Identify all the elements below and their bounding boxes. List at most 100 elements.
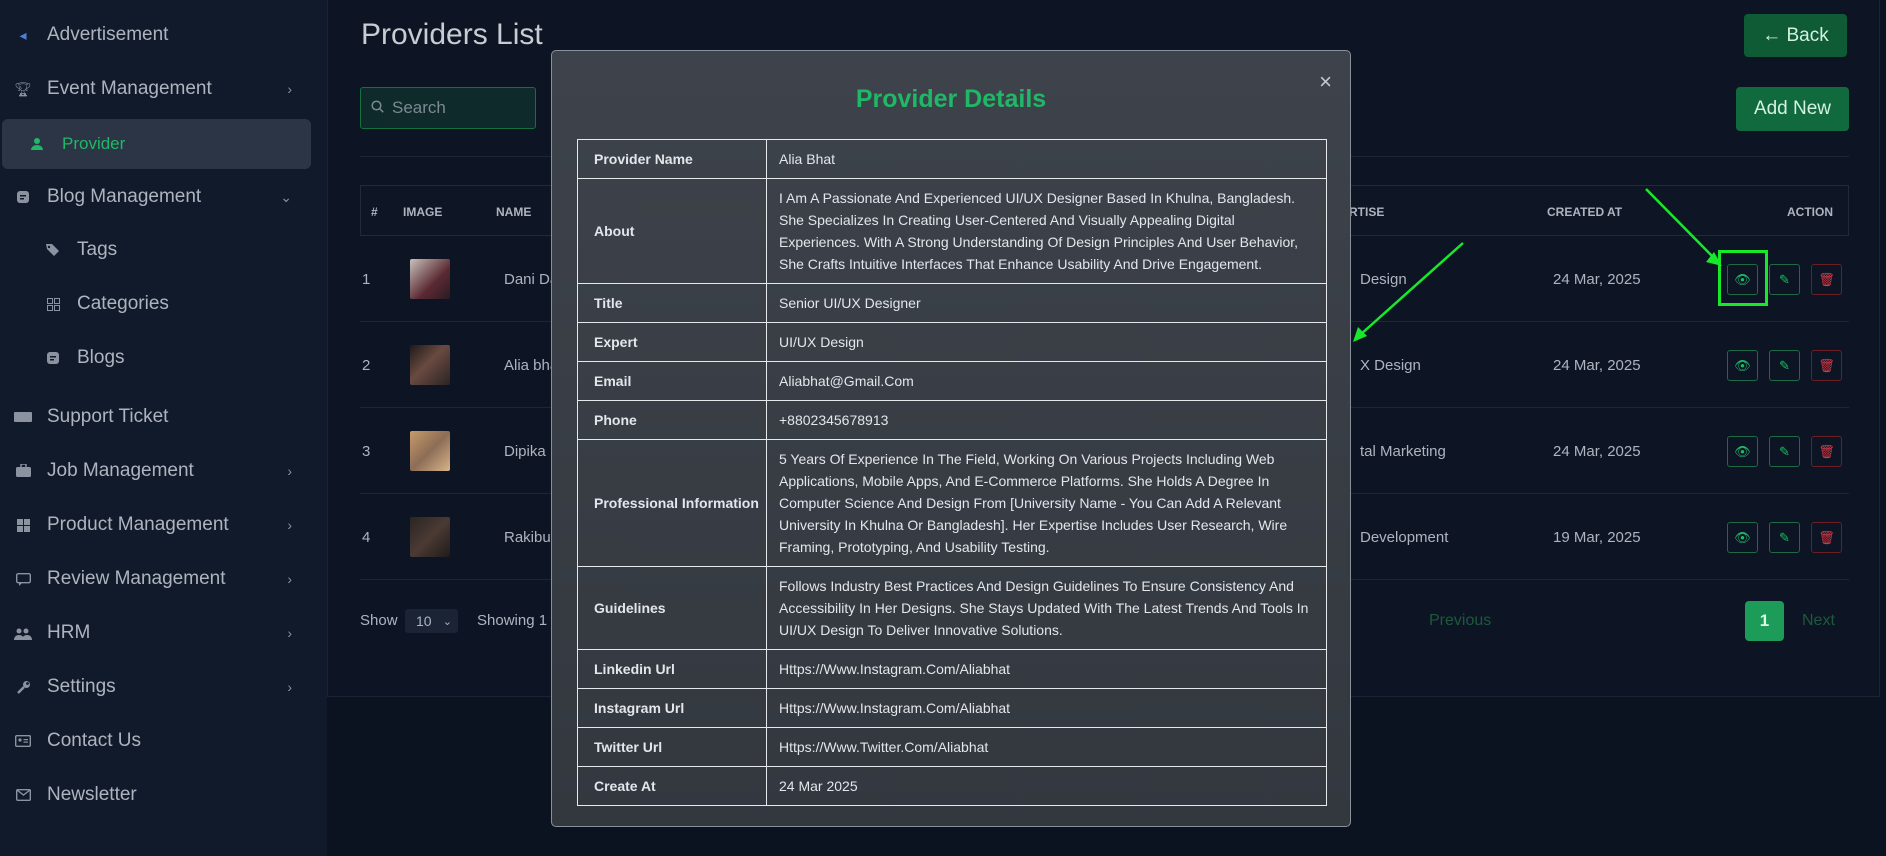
sidebar-item-product-management[interactable]: Product Management › <box>0 502 327 548</box>
detail-row: Guidelines Follows Industry Best Practice… <box>577 566 1327 650</box>
edit-button[interactable]: ✎ <box>1769 264 1800 295</box>
sidebar-item-label: Product Management <box>47 514 229 535</box>
edit-button[interactable]: ✎ <box>1769 350 1800 381</box>
pencil-icon: ✎ <box>1779 357 1790 373</box>
detail-key: Guidelines <box>577 566 767 650</box>
ticket-icon <box>14 408 32 426</box>
column-header-action: ACTION <box>1787 205 1833 219</box>
edit-button[interactable]: ✎ <box>1769 522 1800 553</box>
detail-row: Professional Information 5 Years Of Exper… <box>577 439 1327 567</box>
sidebar-item-label: Tags <box>77 239 118 260</box>
close-icon[interactable]: × <box>1319 69 1332 95</box>
delete-button[interactable]: 🗑︎ <box>1811 522 1842 553</box>
detail-value: Aliabhat@Gmail.Com <box>766 361 1327 401</box>
next-button[interactable]: Next <box>1802 612 1835 630</box>
chevron-right-icon: › <box>287 463 292 479</box>
delete-button[interactable]: 🗑︎ <box>1811 350 1842 381</box>
annotation-highlight-box <box>1718 250 1768 306</box>
pencil-icon: ✎ <box>1779 529 1790 545</box>
sidebar-item-advertisement[interactable]: ◂ Advertisement <box>0 12 327 58</box>
sidebar-item-label: Categories <box>77 293 169 314</box>
grid-icon <box>14 516 32 534</box>
sidebar-item-newsletter[interactable]: Newsletter <box>0 772 327 818</box>
sidebar-item-event-management[interactable]: 🏆︎ Event Management › <box>0 66 327 112</box>
provider-expertise: Design <box>1360 271 1407 288</box>
detail-row: Twitter Url Https://Www.Twitter.Com/Aliab… <box>577 727 1327 767</box>
detail-row: Provider Name Alia Bhat <box>577 139 1327 179</box>
provider-avatar <box>410 517 450 557</box>
delete-button[interactable]: 🗑︎ <box>1811 264 1842 295</box>
sidebar-item-label: Contact Us <box>47 730 141 751</box>
add-new-button[interactable]: Add New <box>1736 87 1849 131</box>
delete-button[interactable]: 🗑︎ <box>1811 436 1842 467</box>
sidebar-item-contact-us[interactable]: Contact Us <box>0 718 327 764</box>
chevron-down-icon: ⌄ <box>442 615 452 628</box>
users-icon <box>14 624 32 642</box>
tags-icon <box>44 241 62 259</box>
eye-icon: 👁︎ <box>1734 443 1751 459</box>
sidebar-item-label: Blog Management <box>47 186 202 207</box>
provider-avatar <box>410 345 450 385</box>
sidebar-item-label: Advertisement <box>47 24 169 45</box>
trash-icon: 🗑︎ <box>1818 271 1835 287</box>
previous-button[interactable]: Previous <box>1429 612 1491 630</box>
page-title: Providers List <box>361 18 543 51</box>
eye-icon: 👁︎ <box>1734 529 1751 545</box>
created-at: 19 Mar, 2025 <box>1553 529 1641 546</box>
sidebar-item-label: Settings <box>47 676 116 697</box>
detail-row: Title Senior UI/UX Designer <box>577 283 1327 323</box>
page-size-select[interactable]: 10 ⌄ <box>405 609 458 633</box>
provider-expertise: Development <box>1360 529 1449 546</box>
edit-button[interactable]: ✎ <box>1769 436 1800 467</box>
address-card-icon <box>14 732 32 750</box>
back-button[interactable]: ← Back <box>1744 14 1847 57</box>
detail-value: Https://Www.Twitter.Com/Aliabhat <box>766 727 1327 767</box>
view-button[interactable]: 👁︎ <box>1727 522 1758 553</box>
showing-text: Showing 1 t <box>477 612 556 629</box>
detail-value: I Am A Passionate And Experienced UI/UX … <box>766 178 1327 284</box>
sidebar-item-blog-management[interactable]: Blog Management ⌄ <box>0 174 327 220</box>
sidebar-item-provider[interactable]: Provider <box>2 119 311 169</box>
detail-key: Twitter Url <box>577 727 767 767</box>
sidebar-item-review-management[interactable]: Review Management › <box>0 556 327 602</box>
detail-row: Create At 24 Mar 2025 <box>577 766 1327 806</box>
detail-value: Https://Www.Instagram.Com/Aliabhat <box>766 649 1327 689</box>
trophy-icon: 🏆︎ <box>14 80 32 97</box>
sidebar-item-categories[interactable]: Categories <box>0 281 327 327</box>
detail-key: About <box>577 178 767 284</box>
page-size-value: 10 <box>416 613 432 629</box>
detail-row: Email Aliabhat@Gmail.Com <box>577 361 1327 401</box>
sidebar-item-job-management[interactable]: Job Management › <box>0 448 327 494</box>
detail-value: +8802345678913 <box>766 400 1327 440</box>
view-button[interactable]: 👁︎ <box>1727 350 1758 381</box>
detail-key: Instagram Url <box>577 688 767 728</box>
column-header-created-at: CREATED AT <box>1547 205 1623 219</box>
search-icon <box>371 100 384 116</box>
row-number: 3 <box>362 443 371 460</box>
modal-title: Provider Details <box>855 85 1047 113</box>
sidebar-item-hrm[interactable]: HRM › <box>0 610 327 656</box>
page-1-button[interactable]: 1 <box>1745 601 1784 641</box>
trash-icon: 🗑︎ <box>1818 357 1835 373</box>
view-button[interactable]: 👁︎ <box>1727 436 1758 467</box>
detail-key: Professional Information <box>577 439 767 567</box>
trash-icon: 🗑︎ <box>1818 529 1835 545</box>
show-label: Show <box>360 612 398 629</box>
sidebar-item-settings[interactable]: Settings › <box>0 664 327 710</box>
sidebar-item-tags[interactable]: Tags <box>0 227 327 273</box>
detail-row: About I Am A Passionate And Experienced U… <box>577 178 1327 284</box>
provider-avatar <box>410 259 450 299</box>
search-input[interactable]: Search <box>392 98 446 118</box>
sidebar-item-support-ticket[interactable]: Support Ticket <box>0 394 327 440</box>
sidebar-item-blogs[interactable]: Blogs <box>0 335 327 381</box>
column-header-number: # <box>371 205 378 219</box>
provider-expertise: tal Marketing <box>1360 443 1446 460</box>
search-box[interactable]: Search <box>360 87 536 129</box>
wrench-icon <box>14 678 32 696</box>
column-header-image: IMAGE <box>403 205 443 219</box>
chevron-right-icon: › <box>287 81 292 97</box>
eye-icon: 👁︎ <box>1734 357 1751 373</box>
detail-value: Follows Industry Best Practices And Desi… <box>766 566 1327 650</box>
detail-key: Provider Name <box>577 139 767 179</box>
grid-icon <box>44 295 62 313</box>
